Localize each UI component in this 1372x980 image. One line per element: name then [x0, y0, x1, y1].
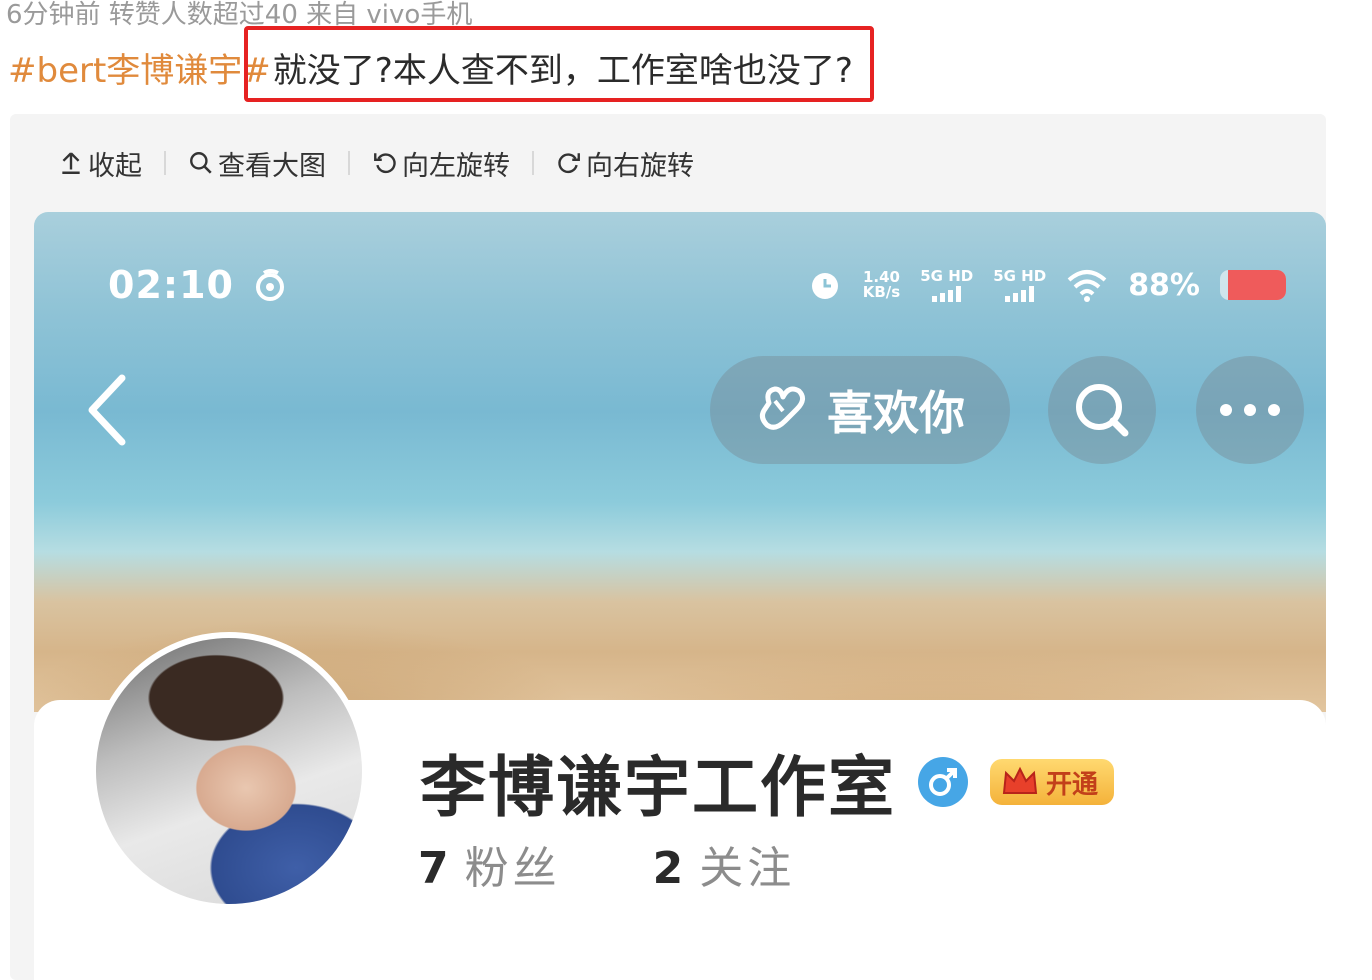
heart-hand-icon: [759, 386, 805, 430]
alarm-icon: [811, 273, 838, 299]
more-button[interactable]: [1196, 356, 1304, 464]
view-large-button[interactable]: 查看大图: [166, 144, 348, 183]
following-label[interactable]: 关注: [699, 832, 795, 896]
vip-open-label: 开通: [1046, 769, 1099, 800]
following-count[interactable]: 2: [653, 843, 684, 894]
magnifier-icon: [190, 152, 212, 174]
followers-label[interactable]: 粉丝: [465, 832, 561, 896]
rotate-right-icon: [558, 153, 580, 174]
signal-bars-icon: [1005, 286, 1035, 302]
net-speed-unit: KB/s: [862, 283, 901, 301]
clock-text: 02:10: [108, 263, 234, 307]
post-body-text: 就没了?本人查不到，工作室啥也没了?: [272, 50, 853, 91]
rotate-right-label: 向右旋转: [586, 150, 694, 182]
like-label: 喜欢你: [827, 386, 965, 440]
battery-icon: [1220, 270, 1286, 300]
rotate-left-label: 向左旋转: [402, 150, 510, 182]
battery-percent: 88%: [1128, 267, 1200, 303]
rotate-right-button[interactable]: 向右旋转: [534, 144, 716, 183]
rotate-left-button[interactable]: 向左旋转: [350, 144, 532, 183]
status-bar: 02:10 1.40 KB/s 5G HD 5G HD 88%: [108, 262, 1286, 308]
view-large-label: 查看大图: [218, 150, 326, 182]
male-gender-icon: [918, 757, 968, 807]
signal-bars-icon: [932, 286, 962, 302]
search-button[interactable]: [1048, 356, 1156, 464]
like-button[interactable]: 喜欢你: [710, 356, 1010, 464]
crown-icon: [1002, 766, 1038, 794]
signal-1: 5G HD: [920, 268, 973, 302]
post-text: #bert李博谦宇# 就没了?本人查不到，工作室啥也没了?: [8, 43, 853, 92]
app-notification-icon: [255, 269, 284, 301]
avatar[interactable]: [90, 632, 368, 910]
rotate-left-icon: [374, 153, 396, 174]
search-icon: [1076, 384, 1129, 437]
more-icon: [1220, 404, 1280, 416]
vip-open-button[interactable]: 开通: [990, 759, 1115, 805]
wifi-icon: [1067, 270, 1107, 302]
collapse-label: 收起: [88, 150, 142, 182]
net-speed: 1.40 KB/s: [863, 270, 900, 300]
upload-arrow-icon: [62, 152, 80, 174]
back-icon[interactable]: [84, 372, 128, 448]
phone-screenshot: 02:10 1.40 KB/s 5G HD 5G HD 88% 喜欢你 李博谦宇…: [34, 212, 1326, 980]
hashtag-link[interactable]: #bert李博谦宇#: [8, 43, 271, 92]
account-name: 李博谦宇工作室: [420, 749, 896, 826]
followers-count[interactable]: 7: [418, 843, 449, 894]
signal-1-label: 5G HD: [920, 267, 974, 285]
profile-stats: 7 粉丝 2 关注: [418, 832, 795, 896]
collapse-button[interactable]: 收起: [40, 144, 164, 183]
image-toolbar: 收起 查看大图 向左旋转 向右旋转: [40, 140, 716, 186]
signal-2: 5G HD: [993, 268, 1046, 302]
profile-name-row: 李博谦宇工作室 开通: [420, 734, 1115, 830]
signal-2-label: 5G HD: [993, 267, 1047, 285]
